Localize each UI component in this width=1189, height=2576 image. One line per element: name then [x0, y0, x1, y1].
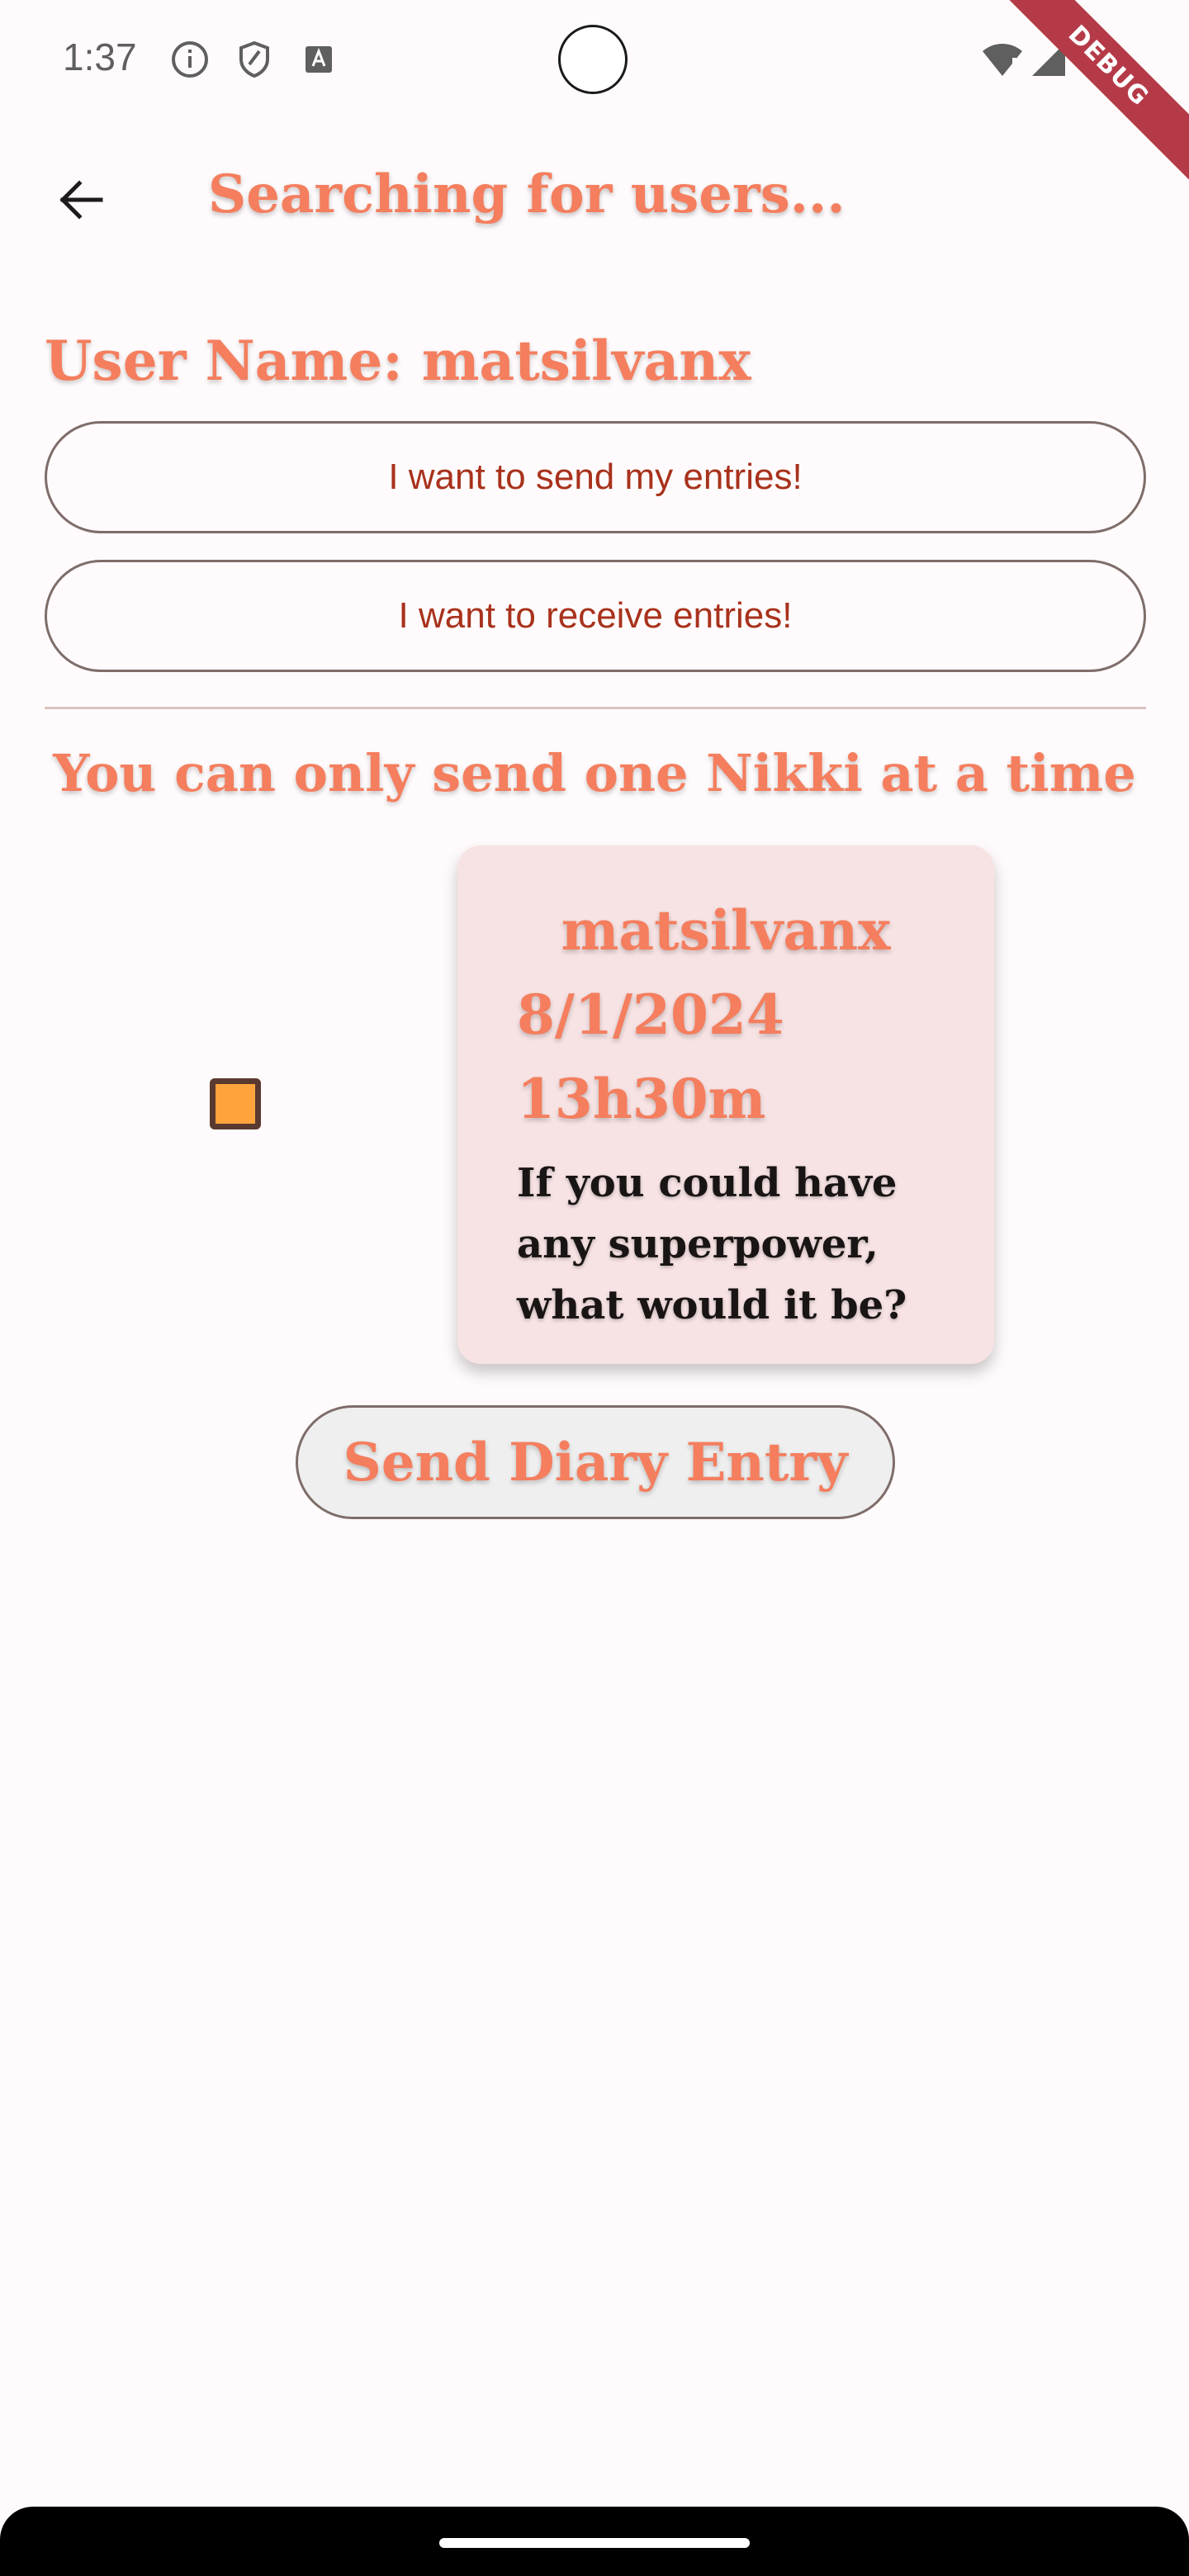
- info-icon: [170, 40, 210, 79]
- entry-question: If you could have any superpower, what w…: [517, 1160, 907, 1328]
- camera-cutout: [558, 25, 628, 94]
- debug-label: DEBUG: [991, 0, 1189, 194]
- send-diary-entry-button[interactable]: Send Diary Entry: [296, 1405, 895, 1519]
- entry-date: 8/1/2024: [517, 983, 784, 1047]
- page-title: Searching for users...: [208, 163, 846, 225]
- debug-ribbon: DEBUG: [991, 0, 1189, 198]
- status-bar: 1:37 DEBUG: [0, 0, 1189, 194]
- divider: [45, 707, 1146, 709]
- entry-time: 13h30m: [517, 1067, 766, 1131]
- home-indicator[interactable]: [439, 2538, 750, 2548]
- entry-author: matsilvanx: [561, 898, 891, 963]
- info-message: You can only send one Nikki at a time: [53, 743, 1136, 803]
- arrow-back-icon: [54, 173, 107, 230]
- shield-icon: [234, 40, 274, 79]
- text-a-icon: [299, 40, 339, 79]
- diary-entry-card[interactable]: matsilvanx 8/1/2024 13h30m If you could …: [457, 845, 994, 1364]
- send-entries-button[interactable]: I want to send my entries!: [45, 421, 1146, 533]
- status-time: 1:37: [63, 36, 137, 78]
- user-name-label: User Name: matsilvanx: [45, 329, 751, 393]
- entry-select-checkbox[interactable]: [210, 1078, 261, 1129]
- receive-entries-button[interactable]: I want to receive entries!: [45, 560, 1146, 672]
- back-button[interactable]: [41, 162, 121, 241]
